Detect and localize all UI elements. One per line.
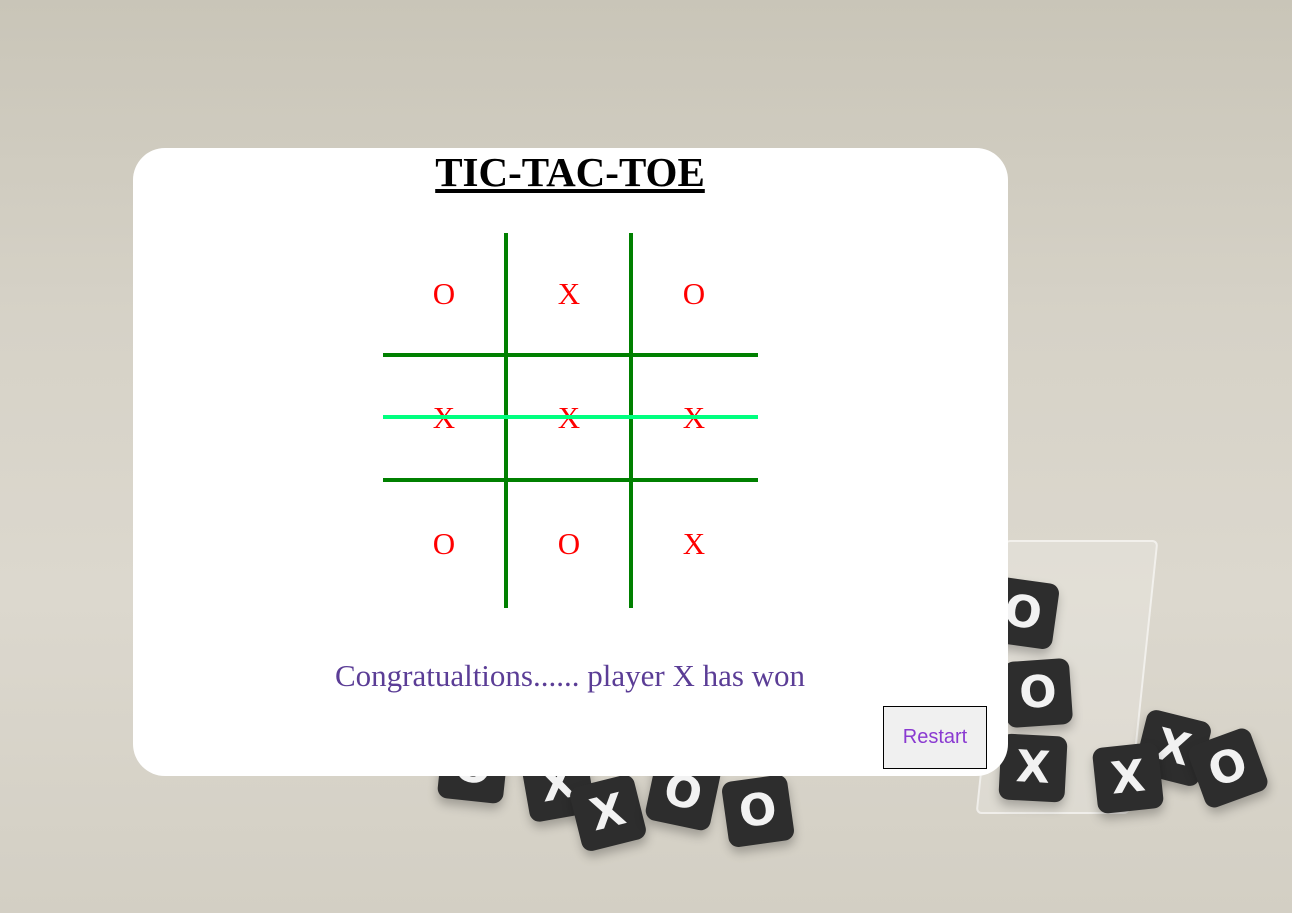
grid-line-vertical-1 xyxy=(504,233,508,608)
page-title: TIC-TAC-TOE xyxy=(435,149,705,195)
status-message: Congratualtions...... player X has won xyxy=(334,658,806,693)
board-cell-3[interactable]: O xyxy=(633,233,755,355)
x-die-icon: X xyxy=(1091,741,1165,815)
grid-line-horizontal-1 xyxy=(383,353,758,357)
board-cell-2[interactable]: X xyxy=(508,233,630,355)
board-cell-7[interactable]: O xyxy=(383,483,505,605)
winning-line xyxy=(383,415,758,419)
grid-line-vertical-2 xyxy=(629,233,633,608)
board-cell-9[interactable]: X xyxy=(633,483,755,605)
board-cell-1[interactable]: O xyxy=(383,233,505,355)
game-board: O X O X X X O O X xyxy=(383,233,758,608)
board-cell-8[interactable]: O xyxy=(508,483,630,605)
o-die-icon: O xyxy=(720,773,796,849)
restart-button[interactable]: Restart xyxy=(883,706,987,769)
grid-line-horizontal-2 xyxy=(383,478,758,482)
x-die-icon: X xyxy=(567,772,649,854)
x-die-icon: X xyxy=(998,733,1068,803)
